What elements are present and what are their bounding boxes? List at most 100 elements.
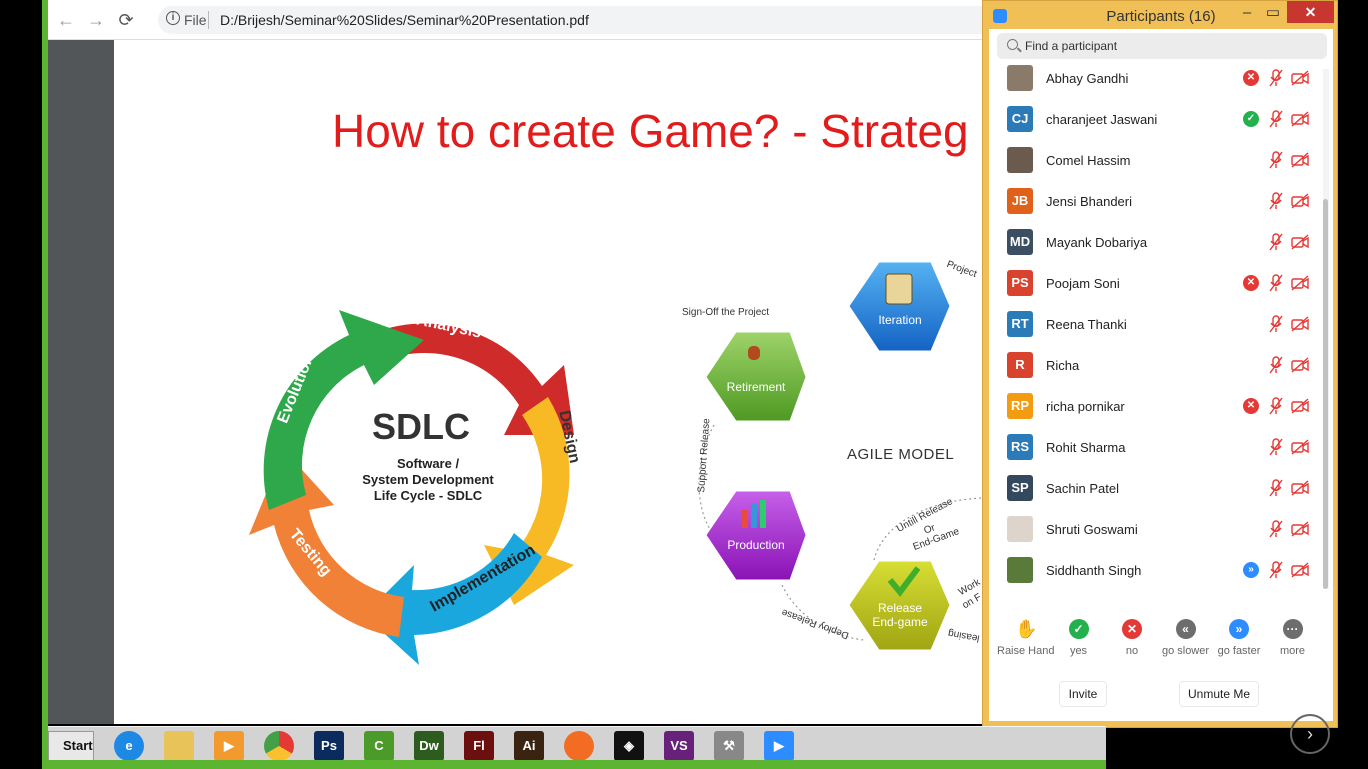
video-off-icon[interactable]: [1291, 111, 1309, 127]
video-off-icon[interactable]: [1291, 480, 1309, 496]
participant-row[interactable]: R Richa: [989, 346, 1319, 387]
feedback-label: go faster: [1217, 645, 1261, 657]
participant-row[interactable]: RS Rohit Sharma: [989, 428, 1319, 469]
muted-mic-icon[interactable]: [1269, 315, 1283, 333]
muted-mic-icon[interactable]: [1269, 151, 1283, 169]
illustrator-taskbar-icon[interactable]: Ai: [514, 731, 544, 761]
muted-mic-icon[interactable]: [1269, 69, 1283, 87]
address-separator: [208, 11, 209, 29]
feedback-yes-button[interactable]: ✓ yes: [1051, 619, 1107, 657]
unmute-me-button[interactable]: Unmute Me: [1179, 681, 1259, 707]
muted-mic-icon[interactable]: [1269, 356, 1283, 374]
avatar: [1007, 516, 1033, 542]
participant-name: Shruti Goswami: [1046, 522, 1138, 537]
participant-row[interactable]: Abhay Gandhi ✕: [989, 59, 1319, 100]
feedback-more-button[interactable]: ··· more: [1265, 619, 1321, 657]
invite-button[interactable]: Invite: [1059, 681, 1107, 707]
participant-row[interactable]: RT Reena Thanki: [989, 305, 1319, 346]
forward-icon[interactable]: →: [84, 8, 108, 32]
video-off-icon[interactable]: [1291, 275, 1309, 291]
address-bar[interactable]: i File D:/Brijesh/Seminar%20Slides/Semin…: [158, 6, 998, 34]
participant-row[interactable]: Comel Hassim: [989, 141, 1319, 182]
avatar: [1007, 65, 1033, 91]
minimize-button[interactable]: –: [1239, 3, 1255, 25]
close-button[interactable]: ✕: [1287, 1, 1334, 23]
muted-mic-icon[interactable]: [1269, 520, 1283, 538]
video-off-icon[interactable]: [1291, 316, 1309, 332]
chrome-taskbar-icon[interactable]: [264, 731, 294, 761]
participant-name: charanjeet Jaswani: [1046, 112, 1158, 127]
hex-production-label: Production: [727, 538, 785, 552]
tools-taskbar-icon[interactable]: ⚒: [714, 731, 744, 761]
no-status-icon: ✕: [1243, 275, 1259, 291]
search-placeholder: Find a participant: [1025, 39, 1118, 53]
visual-studio-taskbar-icon[interactable]: VS: [664, 731, 694, 761]
muted-mic-icon[interactable]: [1269, 397, 1283, 415]
participant-row[interactable]: SP Sachin Patel: [989, 469, 1319, 510]
video-off-icon[interactable]: [1291, 193, 1309, 209]
flash-taskbar-icon[interactable]: Fl: [464, 731, 494, 761]
video-off-icon[interactable]: [1291, 152, 1309, 168]
dreamweaver-taskbar-icon[interactable]: Dw: [414, 731, 444, 761]
participant-row[interactable]: MD Mayank Dobariya: [989, 223, 1319, 264]
muted-mic-icon[interactable]: [1269, 110, 1283, 128]
video-off-icon[interactable]: [1291, 234, 1309, 250]
start-button[interactable]: Start: [48, 731, 94, 761]
feedback-no-button[interactable]: ✕ no: [1104, 619, 1160, 657]
feedback-label: go slower: [1161, 645, 1210, 657]
back-icon[interactable]: ←: [54, 8, 78, 32]
muted-mic-icon[interactable]: [1269, 274, 1283, 292]
participant-row[interactable]: RP richa pornikar ✕: [989, 387, 1319, 428]
file-explorer-taskbar-icon[interactable]: [164, 731, 194, 761]
more-icon: ···: [1282, 619, 1303, 639]
scheme-label: File: [184, 12, 207, 28]
scrollbar-thumb[interactable]: [1323, 199, 1328, 589]
firefox-taskbar-icon[interactable]: [564, 731, 594, 761]
sdlc-center-sub1: Software /: [396, 456, 460, 471]
check-icon: ✓: [1068, 619, 1089, 639]
participant-row[interactable]: Shruti Goswami: [989, 510, 1319, 551]
video-off-icon[interactable]: [1291, 562, 1309, 578]
next-slide-icon[interactable]: ›: [1290, 714, 1330, 754]
zoom-taskbar-icon[interactable]: ▶: [764, 731, 794, 761]
hex-release-label-1: Release: [877, 601, 923, 615]
muted-mic-icon[interactable]: [1269, 561, 1283, 579]
photoshop-taskbar-icon[interactable]: Ps: [314, 731, 344, 761]
video-off-icon[interactable]: [1291, 70, 1309, 86]
participant-row[interactable]: PS Poojam Soni ✕: [989, 264, 1319, 305]
feedback-label: no: [1125, 645, 1139, 657]
feedback-go-faster-button[interactable]: » go faster: [1211, 619, 1267, 657]
avatar: JB: [1007, 188, 1033, 214]
feedback-label: more: [1279, 645, 1306, 657]
video-off-icon[interactable]: [1291, 398, 1309, 414]
participant-row[interactable]: Siddhanth Singh »: [989, 551, 1319, 592]
sdlc-center-sub2: System Development: [362, 472, 494, 487]
feedback-raise-hand-button[interactable]: ✋ Raise Hand: [997, 619, 1054, 657]
muted-mic-icon[interactable]: [1269, 438, 1283, 456]
video-off-icon[interactable]: [1291, 357, 1309, 373]
maximize-button[interactable]: ▭: [1263, 3, 1283, 25]
search-input[interactable]: Find a participant: [997, 33, 1327, 59]
video-off-icon[interactable]: [1291, 439, 1309, 455]
participants-titlebar[interactable]: Participants (16) – ▭ ✕: [983, 1, 1339, 31]
search-icon: [1007, 39, 1018, 50]
participant-row[interactable]: JB Jensi Bhanderi: [989, 182, 1319, 223]
video-off-icon[interactable]: [1291, 521, 1309, 537]
camtasia-taskbar-icon[interactable]: C: [364, 731, 394, 761]
media-player-taskbar-icon[interactable]: ▶: [214, 731, 244, 761]
x-icon: ✕: [1122, 619, 1142, 639]
avatar: RP: [1007, 393, 1033, 419]
info-icon[interactable]: i: [166, 11, 180, 25]
desktop-green-strip-bottom: [42, 760, 1106, 769]
avatar: [1007, 557, 1033, 583]
feedback-go-slower-button[interactable]: « go slower: [1158, 619, 1214, 657]
muted-mic-icon[interactable]: [1269, 233, 1283, 251]
muted-mic-icon[interactable]: [1269, 479, 1283, 497]
internet-explorer-taskbar-icon[interactable]: e: [114, 731, 144, 761]
desktop-left-edge: [0, 0, 48, 769]
unity-taskbar-icon[interactable]: ◈: [614, 731, 644, 761]
participant-row[interactable]: CJ charanjeet Jaswani ✓: [989, 100, 1319, 141]
muted-mic-icon[interactable]: [1269, 192, 1283, 210]
url-text[interactable]: D:/Brijesh/Seminar%20Slides/Seminar%20Pr…: [220, 12, 589, 28]
reload-icon[interactable]: ⟳: [114, 8, 138, 32]
